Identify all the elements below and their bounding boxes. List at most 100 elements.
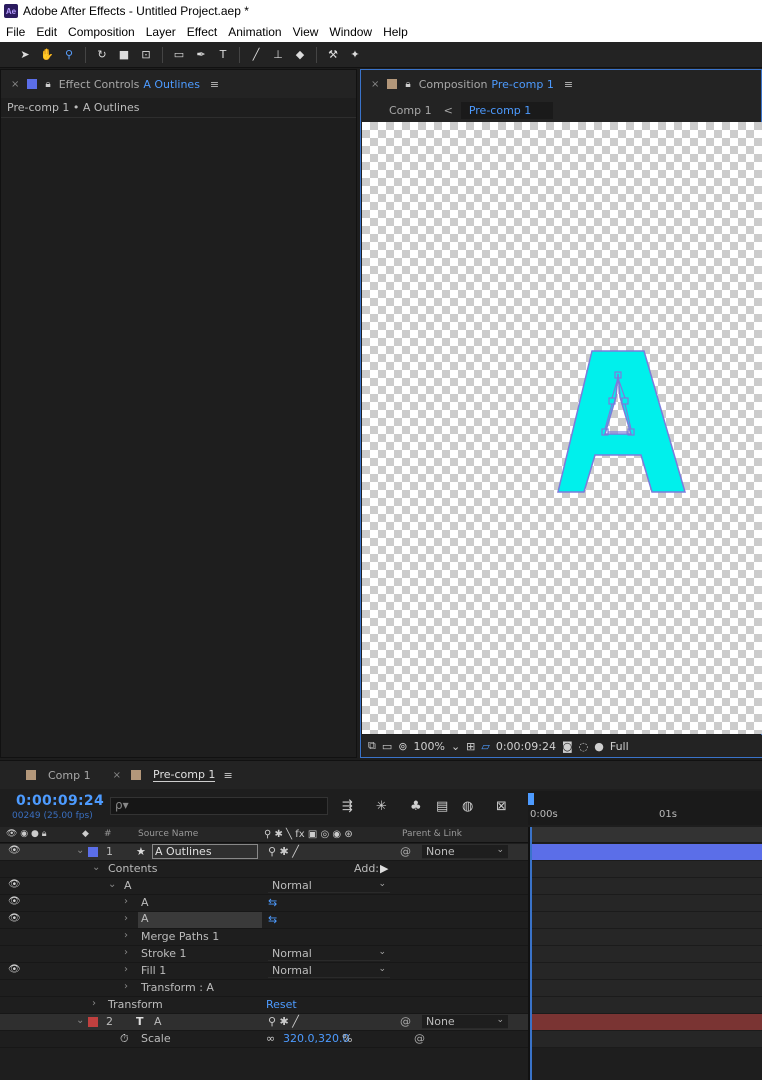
blend-mode-dropdown[interactable]: Normal ⌄ — [268, 879, 390, 893]
breadcrumb-pre-comp-1[interactable]: Pre-comp 1 — [460, 101, 554, 119]
path-direction-icon[interactable]: ⇆ — [268, 913, 277, 926]
menu-help[interactable]: Help — [377, 25, 413, 39]
always-preview-icon[interactable]: ⧉ — [368, 739, 376, 753]
snapshot-camera-icon[interactable]: ◙ — [562, 740, 573, 753]
layer-label-color[interactable] — [88, 1017, 98, 1027]
menu-animation[interactable]: Animation — [222, 25, 286, 39]
menu-view[interactable]: View — [287, 25, 324, 39]
close-icon[interactable]: × — [11, 79, 19, 90]
transform-row[interactable]: › Transform Reset — [0, 997, 528, 1014]
expand-chevron-icon[interactable]: › — [124, 964, 128, 975]
path-a2-label[interactable]: A — [138, 912, 262, 928]
layer-row-1[interactable]: 👁︎ ⌄ 1 ★ A Outlines ⚲ ✱ ╱ @ None ⌄ — [0, 844, 528, 861]
menu-layer[interactable]: Layer — [140, 25, 181, 39]
layer-label-color[interactable] — [88, 847, 98, 857]
comp-mini-flowchart-icon[interactable]: ⇶ — [342, 799, 353, 814]
scale-value[interactable]: 320.0,320.0 — [283, 1032, 349, 1045]
blend-mode-dropdown[interactable]: Normal ⌄ — [268, 964, 390, 978]
visibility-eye-icon[interactable]: 👁︎ — [8, 964, 21, 975]
current-time-display[interactable]: 0:00:09:24 — [16, 793, 104, 809]
show-snapshot-icon[interactable]: ◌ — [579, 740, 589, 753]
layer-row-2[interactable]: ⌄ 2 T A ⚲ ✱ ╱ @ None ⌄ — [0, 1014, 528, 1031]
add-menu-icon[interactable]: ▶ — [380, 862, 388, 875]
rotate-tool-icon[interactable]: ↻ — [91, 44, 113, 66]
tab-pre-comp-1[interactable]: × Pre-comp 1 ≡ — [113, 768, 233, 782]
panel-menu-icon[interactable]: ≡ — [210, 78, 219, 91]
monitor-icon[interactable]: ▭ — [382, 740, 392, 753]
mask-view-icon[interactable]: ⊚ — [398, 740, 407, 753]
parent-dropdown[interactable]: None ⌄ — [422, 1015, 508, 1029]
tab-comp-1[interactable]: Comp 1 — [26, 769, 91, 782]
fill-row[interactable]: 👁︎ › Fill 1 Normal ⌄ — [0, 963, 528, 980]
pen-tool-icon[interactable]: ✒ — [190, 44, 212, 66]
expand-chevron-icon[interactable]: › — [124, 913, 128, 924]
expand-chevron-icon[interactable]: › — [124, 981, 128, 992]
merge-paths-row[interactable]: › Merge Paths 1 — [0, 929, 528, 946]
menu-file[interactable]: File — [0, 25, 30, 39]
camera-tool-icon[interactable]: ■ — [113, 44, 135, 66]
visibility-eye-icon[interactable]: 👁︎ — [8, 913, 21, 924]
menu-effect[interactable]: Effect — [181, 25, 222, 39]
visibility-eye-icon[interactable]: 👁︎ — [8, 896, 21, 907]
expand-chevron-icon[interactable]: ⌄ — [108, 879, 116, 890]
graph-editor-icon[interactable]: ⊠ — [496, 799, 507, 814]
panel-menu-icon[interactable]: ≡ — [223, 769, 232, 782]
layer-name-field[interactable]: A Outlines — [152, 844, 258, 859]
lock-icon[interactable]: 🔒︎ — [405, 79, 410, 90]
blend-mode-dropdown[interactable]: Normal ⌄ — [268, 947, 390, 961]
path-direction-icon[interactable]: ⇆ — [268, 896, 277, 909]
pickwhip-icon[interactable]: @ — [400, 845, 411, 858]
layer-search-input[interactable]: ρ▾ — [110, 797, 328, 815]
shy-layers-icon[interactable]: ♣ — [410, 799, 422, 814]
selection-tool-icon[interactable]: ➤ — [14, 44, 36, 66]
hand-tool-icon[interactable]: ✋ — [36, 44, 58, 66]
stroke-row[interactable]: › Stroke 1 Normal ⌄ — [0, 946, 528, 963]
frame-blending-icon[interactable]: ▤ — [436, 799, 448, 814]
eraser-tool-icon[interactable]: ◆ — [289, 44, 311, 66]
zoom-tool-icon[interactable]: ⚲ — [58, 44, 80, 66]
visibility-eye-icon[interactable]: 👁︎ — [8, 845, 21, 856]
menu-composition[interactable]: Composition — [62, 25, 140, 39]
expand-chevron-icon[interactable]: › — [124, 947, 128, 958]
expand-chevron-icon[interactable]: › — [124, 896, 128, 907]
roto-brush-tool-icon[interactable]: ⚒ — [322, 44, 344, 66]
scale-row[interactable]: ⏱︎ Scale ∞ 320.0,320.0 % @ — [0, 1031, 528, 1048]
expand-chevron-icon[interactable]: ⌄ — [76, 1015, 84, 1026]
viewer-timecode[interactable]: 0:00:09:24 — [496, 740, 556, 753]
playhead-line[interactable] — [530, 827, 532, 1080]
effect-controls-layer-name[interactable]: A Outlines — [143, 78, 200, 91]
zoom-level-dropdown[interactable]: 100% — [413, 740, 444, 753]
composition-viewer[interactable] — [362, 122, 762, 734]
rectangle-tool-icon[interactable]: ▭ — [168, 44, 190, 66]
parent-dropdown[interactable]: None ⌄ — [422, 845, 508, 859]
expand-chevron-icon[interactable]: › — [92, 998, 96, 1009]
grid-guides-icon[interactable]: ⊞ — [466, 740, 475, 753]
type-tool-icon[interactable]: T — [212, 44, 234, 66]
constrain-proportions-icon[interactable]: ∞ — [266, 1032, 275, 1045]
lock-icon[interactable]: 🔒︎ — [45, 79, 50, 90]
effect-controls-tab[interactable]: × 🔒︎ Effect Controls A Outlines ≡ — [1, 70, 356, 98]
layer-switches[interactable]: ⚲ ✱ ╱ — [268, 1015, 299, 1028]
motion-blur-icon[interactable]: ◍ — [462, 799, 473, 814]
composition-tab-name[interactable]: Pre-comp 1 — [491, 78, 553, 91]
pickwhip-icon[interactable]: @ — [400, 1015, 411, 1028]
expand-chevron-icon[interactable]: ⌄ — [76, 845, 84, 856]
time-ruler[interactable]: 0:00s 01s — [528, 791, 762, 825]
reset-link[interactable]: Reset — [266, 998, 297, 1011]
pan-behind-tool-icon[interactable]: ⊡ — [135, 44, 157, 66]
source-name-header[interactable]: Source Name — [138, 829, 198, 839]
playhead-handle[interactable] — [528, 793, 534, 805]
pickwhip-icon[interactable]: @ — [414, 1032, 425, 1045]
layer-2-duration-bar[interactable] — [530, 1014, 762, 1031]
chevron-down-icon[interactable]: ⌄ — [451, 740, 460, 753]
stopwatch-icon[interactable]: ⏱︎ — [120, 1032, 129, 1046]
transform-a-row[interactable]: › Transform : A — [0, 980, 528, 997]
path-a1-row[interactable]: 👁︎ › A ⇆ — [0, 895, 528, 912]
visibility-eye-icon[interactable]: 👁︎ — [8, 879, 21, 890]
layer-name[interactable]: A — [154, 1015, 162, 1028]
composition-tab[interactable]: × 🔒︎ Composition Pre-comp 1 ≡ — [361, 70, 761, 98]
group-a-row[interactable]: 👁︎ ⌄ A Normal ⌄ — [0, 878, 528, 895]
path-a2-row[interactable]: 👁︎ › A ⇆ — [0, 912, 528, 929]
expand-chevron-icon[interactable]: › — [124, 930, 128, 941]
color-channels-icon[interactable]: ● — [594, 740, 604, 753]
